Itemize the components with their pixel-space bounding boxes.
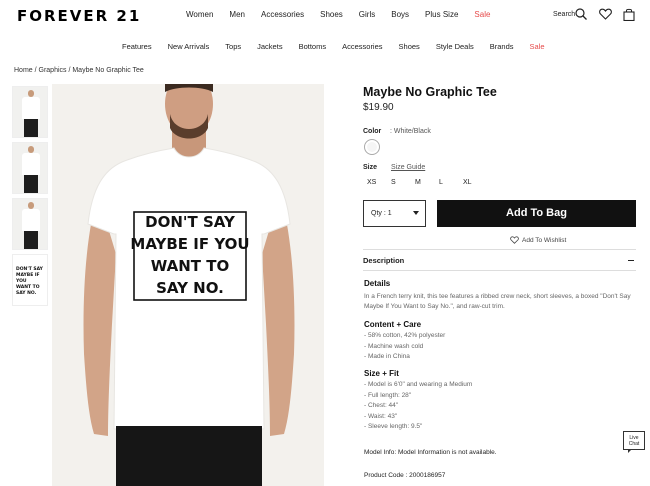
nav-plus-size[interactable]: Plus Size — [425, 10, 458, 19]
thumbnail-front[interactable] — [12, 86, 48, 138]
details-text: In a French terry knit, this tee feature… — [364, 293, 631, 310]
quantity-value: Qty : 1 — [371, 210, 392, 217]
shirt-print-line-4: SAY NO. — [156, 279, 224, 297]
description-title: Description — [363, 256, 405, 265]
nav-accessories[interactable]: Accessories — [261, 10, 304, 19]
nav-sale[interactable]: Sale — [474, 10, 490, 19]
shirt-print-line-3: WANT TO — [151, 257, 229, 275]
main-product-image[interactable]: DON'T SAY MAYBE IF YOU WANT TO SAY NO. — [52, 84, 324, 486]
size-option-s[interactable]: S — [391, 179, 415, 186]
thumbnail-back[interactable] — [12, 198, 48, 250]
subnav-jackets[interactable]: Jackets — [257, 42, 282, 51]
heart-icon[interactable] — [599, 8, 612, 20]
list-item: - Full length: 28" — [364, 391, 412, 399]
search-label[interactable]: Search — [553, 11, 575, 18]
wishlist-label: Add To Wishlist — [522, 236, 567, 244]
add-to-wishlist-link[interactable]: Add To Wishlist — [510, 236, 566, 244]
list-item: - Chest: 44" — [364, 402, 399, 409]
quantity-select[interactable]: Qty : 1 — [363, 200, 426, 227]
list-item: - Waist: 43" — [364, 412, 398, 420]
top-header: FOREVER 21 Women Men Accessories Shoes G… — [0, 0, 650, 32]
product-price: $19.90 — [363, 102, 394, 113]
thumbnail-side[interactable] — [12, 142, 48, 194]
thumbnail-print-text: DON'T SAY MAYBE IF YOU WANT TO SAY NO. — [16, 267, 43, 296]
shirt-print-line-2: MAYBE IF YOU — [130, 235, 249, 253]
product-code: Product Code : 2000186957 — [364, 472, 446, 479]
size-options: XS S M L XL — [367, 179, 487, 186]
size-option-l[interactable]: L — [439, 179, 463, 186]
sub-nav: Features New Arrivals Tops Jackets Botto… — [122, 42, 561, 51]
size-option-xs[interactable]: XS — [367, 179, 391, 186]
list-item: - 58% cotton, 42% polyester — [364, 332, 446, 339]
color-label: Color — [363, 128, 382, 135]
nav-girls[interactable]: Girls — [359, 10, 375, 19]
list-item: - Sleeve length: 9.5" — [364, 423, 423, 430]
chevron-down-icon — [413, 211, 419, 215]
subnav-sale[interactable]: Sale — [530, 42, 545, 51]
list-item: - Machine wash cold — [364, 342, 424, 350]
nav-men[interactable]: Men — [229, 10, 245, 19]
search-icon[interactable] — [575, 8, 587, 20]
brand-logo[interactable]: FOREVER 21 — [17, 7, 141, 25]
model-info: Model Info: Model Information is not ava… — [364, 449, 497, 456]
nav-boys[interactable]: Boys — [391, 10, 409, 19]
content-care-list: - 58% cotton, 42% polyester - Machine wa… — [364, 331, 445, 363]
heart-icon — [510, 236, 519, 244]
size-fit-list: - Model is 6'0" and wearing a Medium - F… — [364, 380, 472, 433]
subnav-tops[interactable]: Tops — [225, 42, 241, 51]
size-guide-link[interactable]: Size Guide — [391, 164, 425, 171]
subnav-brands[interactable]: Brands — [490, 42, 514, 51]
subnav-shoes[interactable]: Shoes — [399, 42, 420, 51]
thumbnail-print-detail[interactable]: DON'T SAY MAYBE IF YOU WANT TO SAY NO. — [12, 254, 48, 306]
subnav-style-deals[interactable]: Style Deals — [436, 42, 474, 51]
size-option-m[interactable]: M — [415, 179, 439, 186]
subnav-features[interactable]: Features — [122, 42, 152, 51]
color-swatch-white[interactable] — [364, 139, 380, 155]
live-chat-button[interactable]: Live Chat — [623, 431, 645, 453]
nav-women[interactable]: Women — [186, 10, 213, 19]
add-to-bag-button[interactable]: Add To Bag — [437, 200, 636, 227]
list-item: - Made in China — [364, 353, 410, 360]
product-title: Maybe No Graphic Tee — [363, 85, 497, 99]
size-label: Size — [363, 164, 378, 171]
subnav-new-arrivals[interactable]: New Arrivals — [168, 42, 210, 51]
description-accordion-header[interactable]: Description — [363, 249, 636, 271]
nav-shoes[interactable]: Shoes — [320, 10, 343, 19]
color-value: : White/Black — [390, 128, 431, 135]
collapse-icon — [628, 260, 634, 261]
size-option-xl[interactable]: XL — [463, 179, 487, 186]
live-chat-label-2: Chat — [628, 441, 640, 447]
content-care-title: Content + Care — [364, 320, 422, 329]
list-item: - Model is 6'0" and wearing a Medium — [364, 381, 473, 388]
details-title: Details — [364, 279, 391, 288]
shirt-print-line-1: DON'T SAY — [145, 213, 236, 231]
subnav-accessories[interactable]: Accessories — [342, 42, 382, 51]
shopping-bag-icon[interactable] — [623, 8, 635, 21]
model-wearing-tee-image: DON'T SAY MAYBE IF YOU WANT TO SAY NO. — [52, 84, 324, 486]
size-fit-title: Size + Fit — [364, 369, 399, 378]
main-nav: Women Men Accessories Shoes Girls Boys P… — [186, 10, 506, 19]
subnav-bottoms[interactable]: Bottoms — [299, 42, 327, 51]
breadcrumb[interactable]: Home / Graphics / Maybe No Graphic Tee — [14, 67, 144, 74]
